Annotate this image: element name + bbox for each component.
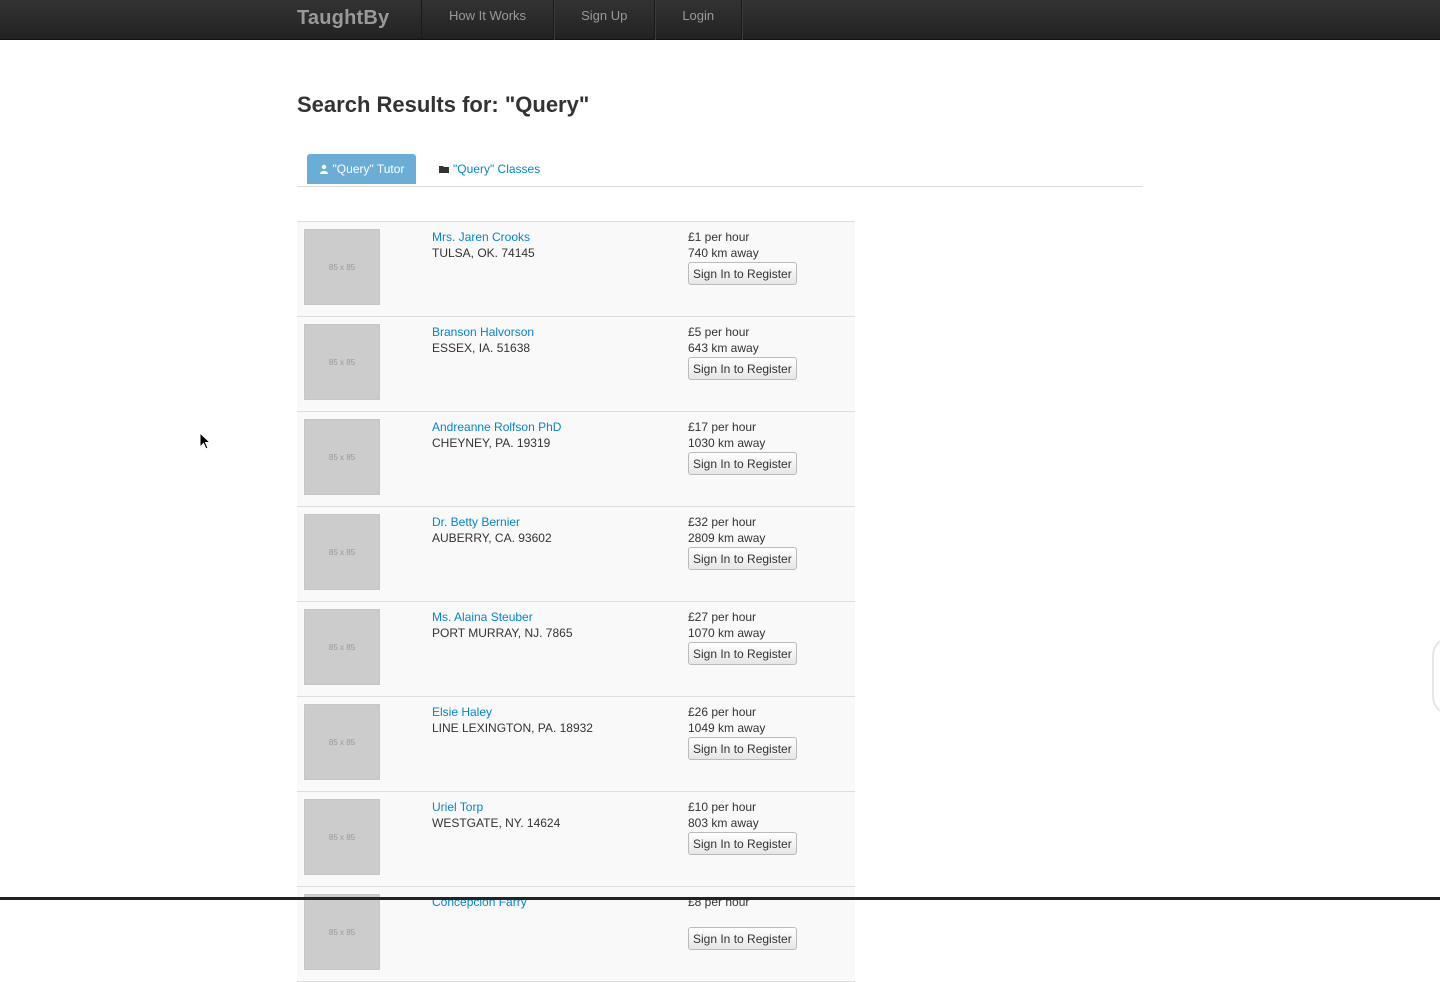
tutor-name-link[interactable]: Mrs. Jaren Crooks (432, 230, 530, 244)
tutor-price: £32 per hour (688, 515, 757, 529)
tutor-location: TULSA, OK. 74145 (432, 246, 535, 260)
thumbnail-placeholder-label: 85 x 85 (328, 642, 356, 652)
tutor-distance: 643 km away (688, 341, 759, 355)
tutor-location: WESTGATE, NY. 14624 (432, 816, 561, 830)
sign-in-to-register-button[interactable]: Sign In to Register (688, 452, 797, 475)
tutor-location: ESSEX, IA. 51638 (432, 341, 531, 355)
list-item: 85 x 85 Mrs. Jaren Crooks TULSA, OK. 741… (297, 222, 855, 317)
tutor-thumbnail: 85 x 85 (304, 799, 380, 875)
nav-login[interactable]: Login (655, 0, 743, 40)
nav-how-it-works[interactable]: How It Works (422, 0, 555, 40)
tutor-distance: 803 km away (688, 816, 759, 830)
thumbnail-placeholder-label: 85 x 85 (328, 927, 356, 937)
tutor-thumbnail: 85 x 85 (304, 229, 380, 305)
tutor-location: AUBERRY, CA. 93602 (432, 531, 552, 545)
list-item: 85 x 85 Branson Halvorson ESSEX, IA. 516… (297, 317, 855, 412)
tutor-thumbnail: 85 x 85 (304, 704, 380, 780)
top-navbar: TaughtBy How It Works Sign Up Login (0, 0, 1440, 40)
list-item: 85 x 85 Uriel Torp WESTGATE, NY. 14624 £… (297, 792, 855, 887)
tutor-distance: 1049 km away (688, 721, 766, 735)
tutor-distance: 2809 km away (688, 531, 766, 545)
tutor-distance: 1030 km away (688, 436, 766, 450)
page-title: Search Results for: "Query" (297, 92, 590, 117)
sign-in-to-register-button[interactable]: Sign In to Register (688, 927, 797, 950)
sign-in-to-register-button[interactable]: Sign In to Register (688, 262, 797, 285)
scroll-indicator (1432, 636, 1440, 716)
main-nav: How It Works Sign Up Login (421, 0, 743, 40)
tab-classes-label: "Query" Classes (453, 162, 541, 176)
tutor-price: £1 per hour (688, 230, 750, 244)
tab-tutor[interactable]: "Query" Tutor (307, 154, 416, 184)
thumbnail-placeholder-label: 85 x 85 (328, 452, 356, 462)
sign-in-to-register-button[interactable]: Sign In to Register (688, 642, 797, 665)
thumbnail-placeholder-label: 85 x 85 (328, 737, 356, 747)
tutor-price: £5 per hour (688, 325, 750, 339)
tutor-location: CHEYNEY, PA. 19319 (432, 436, 551, 450)
tutor-thumbnail: 85 x 85 (304, 324, 380, 400)
tutor-thumbnail: 85 x 85 (304, 514, 380, 590)
sign-in-to-register-button[interactable]: Sign In to Register (688, 547, 797, 570)
result-tabs: "Query" Tutor "Query" Classes (297, 154, 1143, 187)
sign-in-to-register-button[interactable]: Sign In to Register (688, 737, 797, 760)
mouse-cursor-icon (199, 432, 211, 450)
tutor-distance: 740 km away (688, 246, 759, 260)
tab-tutor-label: "Query" Tutor (332, 162, 405, 176)
tutor-location: PORT MURRAY, NJ. 7865 (432, 626, 573, 640)
tutor-name-link[interactable]: Uriel Torp (432, 800, 483, 814)
list-item: 85 x 85 Concepcion Farry £8 per hour Sig… (297, 887, 855, 982)
tutor-name-link[interactable]: Andreanne Rolfson PhD (432, 420, 561, 434)
tutor-price: £17 per hour (688, 420, 757, 434)
nav-sign-up[interactable]: Sign Up (554, 0, 656, 40)
tutor-price: £10 per hour (688, 800, 757, 814)
thumbnail-placeholder-label: 85 x 85 (328, 832, 356, 842)
tutor-name-link[interactable]: Elsie Haley (432, 705, 492, 719)
tutor-location: LINE LEXINGTON, PA. 18932 (432, 721, 593, 735)
tab-classes[interactable]: "Query" Classes (439, 154, 540, 184)
results-list: 85 x 85 Mrs. Jaren Crooks TULSA, OK. 741… (297, 221, 855, 982)
list-item: 85 x 85 Elsie Haley LINE LEXINGTON, PA. … (297, 697, 855, 792)
tutor-price: £26 per hour (688, 705, 757, 719)
tutor-name-link[interactable]: Dr. Betty Bernier (432, 515, 520, 529)
folder-icon (439, 166, 449, 173)
tutor-name-link[interactable]: Branson Halvorson (432, 325, 534, 339)
tutor-price: £27 per hour (688, 610, 757, 624)
brand-logo[interactable]: TaughtBy (297, 7, 389, 30)
tutor-name-link[interactable]: Ms. Alaina Steuber (432, 610, 533, 624)
tutor-thumbnail: 85 x 85 (304, 894, 380, 970)
thumbnail-placeholder-label: 85 x 85 (328, 357, 356, 367)
list-item: 85 x 85 Ms. Alaina Steuber PORT MURRAY, … (297, 602, 855, 697)
thumbnail-placeholder-label: 85 x 85 (328, 547, 356, 557)
thumbnail-placeholder-label: 85 x 85 (328, 262, 356, 272)
tutor-thumbnail: 85 x 85 (304, 609, 380, 685)
sign-in-to-register-button[interactable]: Sign In to Register (688, 357, 797, 380)
list-item: 85 x 85 Dr. Betty Bernier AUBERRY, CA. 9… (297, 507, 855, 602)
tutor-thumbnail: 85 x 85 (304, 419, 380, 495)
user-icon (319, 164, 328, 174)
list-item: 85 x 85 Andreanne Rolfson PhD CHEYNEY, P… (297, 412, 855, 507)
sign-in-to-register-button[interactable]: Sign In to Register (688, 832, 797, 855)
tutor-distance: 1070 km away (688, 626, 766, 640)
